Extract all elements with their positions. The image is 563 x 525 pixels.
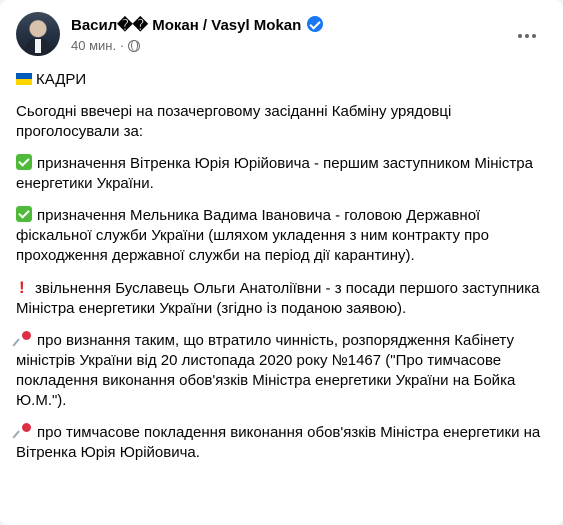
item-paragraph-4: про визнання таким, що втратило чинність… — [12, 331, 547, 411]
more-dot-icon — [525, 34, 529, 38]
verified-badge-icon — [307, 16, 324, 32]
post-card: Васил�� Мокан / Vasyl Mokan 40 мин. · КА… — [0, 0, 563, 525]
item-text-3: звільнення Буславець Ольги Анатоліївни -… — [16, 280, 540, 317]
post-meta: 40 мин. · — [71, 38, 140, 53]
post-header: Васил�� Мокан / Vasyl Mokan 40 мин. · — [16, 12, 547, 58]
item-paragraph-3: ! звільнення Буславець Ольги Анатоліївни … — [16, 278, 547, 319]
item-paragraph-2: призначення Мельника Вадима Івановича - … — [16, 206, 547, 266]
pin-needle — [12, 430, 20, 439]
pin-needle — [12, 338, 20, 347]
item-paragraph-5: про тимчасове покладення виконання обов'… — [12, 423, 547, 463]
check-mark-icon — [16, 154, 32, 170]
pushpin-icon — [12, 331, 32, 347]
author-name-line: Васил�� Мокан / Vasyl Mokan — [71, 16, 324, 34]
pushpin-icon — [12, 423, 32, 439]
intro-paragraph: Сьогодні ввечері на позачерговому засіда… — [16, 103, 452, 140]
heading-paragraph: КАДРИ — [16, 70, 547, 90]
meta-separator: · — [119, 38, 125, 53]
pin-head — [22, 423, 31, 432]
ukraine-flag-icon — [16, 73, 32, 85]
post-heading: КАДРИ — [36, 71, 87, 88]
more-dot-icon — [532, 34, 536, 38]
more-options-button[interactable] — [509, 18, 545, 54]
globe-icon[interactable] — [127, 40, 140, 52]
author-name-link[interactable]: Васил�� Мокан / Vasyl Mokan — [71, 17, 301, 34]
exclamation-icon: ! — [19, 278, 25, 297]
author-avatar[interactable] — [16, 12, 60, 56]
item-text-1: призначення Вітренка Юрія Юрійовича - пе… — [16, 155, 533, 192]
post-body: КАДРИ Сьогодні ввечері на позачерговому … — [12, 70, 547, 475]
item-text-2: призначення Мельника Вадима Івановича - … — [16, 207, 489, 264]
post-timestamp[interactable]: 40 мин. — [71, 38, 116, 53]
avatar-shirt — [35, 39, 41, 53]
item-text-4: про визнання таким, що втратило чинність… — [16, 332, 516, 409]
more-dot-icon — [518, 34, 522, 38]
pin-head — [22, 331, 31, 340]
item-text-5: про тимчасове покладення виконання обов'… — [16, 424, 541, 461]
check-mark-icon — [16, 206, 32, 222]
item-paragraph-1: призначення Вітренка Юрія Юрійовича - пе… — [16, 154, 547, 194]
